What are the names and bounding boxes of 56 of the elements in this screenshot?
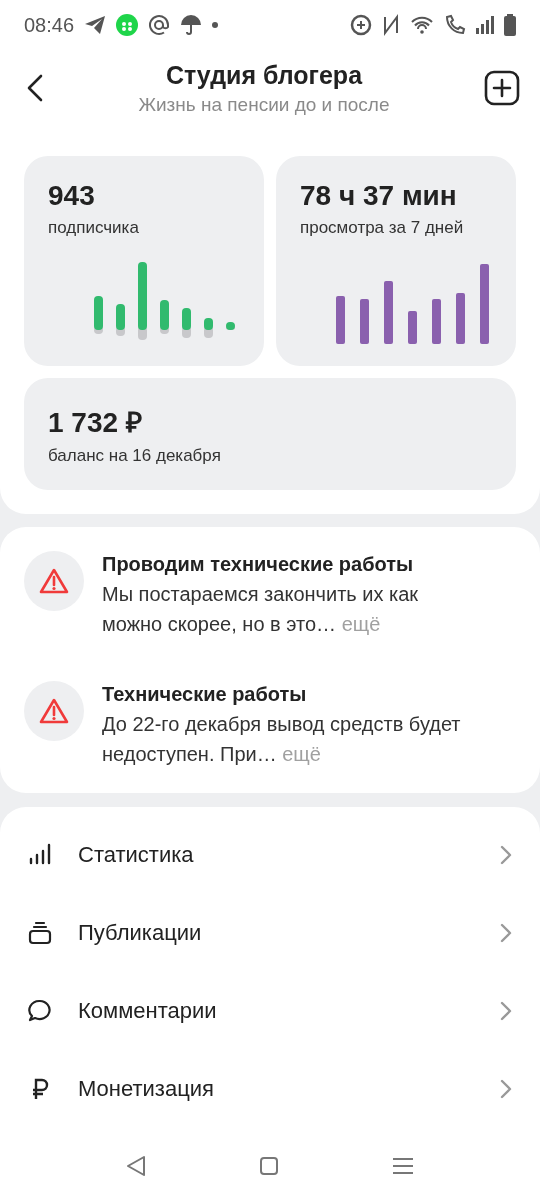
- chart-bar: [384, 281, 393, 344]
- plus-icon: [484, 70, 520, 106]
- stat-label: просмотра за 7 дней: [300, 218, 465, 238]
- data-saver-icon: [350, 14, 372, 36]
- chart-bar: [182, 308, 191, 338]
- wifi-icon: [410, 15, 434, 35]
- menu-icon: [391, 1157, 414, 1175]
- dot-icon: [212, 22, 219, 28]
- square-icon: [259, 1156, 279, 1176]
- chart-bar: [456, 293, 465, 344]
- send-icon: [84, 15, 107, 35]
- notice-text: Мы постараемся закончить их как можно скорее, но в это… ещё: [102, 582, 420, 637]
- notice-text: До 22-го декабря вывод средств будет недоступен. При… ещё: [102, 712, 462, 767]
- chart-bar: [432, 299, 441, 344]
- chart-bar: [408, 311, 417, 344]
- menu-item[interactable]: Публикации: [0, 894, 540, 972]
- menu-item[interactable]: Монетизация: [0, 1050, 540, 1128]
- stat-label: подписчика: [48, 218, 140, 238]
- add-button[interactable]: [484, 70, 520, 106]
- notice-title: Проводим технические работы: [102, 552, 415, 577]
- back-icon: [26, 73, 44, 103]
- signal-icon: [476, 16, 494, 34]
- page-title: Студия блогера: [165, 60, 363, 90]
- page-subtitle: Жизнь на пенсии до и после: [138, 93, 390, 116]
- chart-bar: [336, 296, 345, 344]
- menu-item[interactable]: Статистика: [0, 816, 540, 894]
- stat-card[interactable]: 78 ч 37 мин просмотра за 7 дней: [276, 156, 516, 366]
- menu-label: Статистика: [78, 842, 195, 868]
- umbrella-icon: [180, 14, 203, 36]
- stat-value: 78 ч 37 мин: [300, 180, 458, 212]
- menu-label: Комментарии: [78, 998, 218, 1024]
- menu-item[interactable]: Комментарии: [0, 972, 540, 1050]
- chart-bar: [116, 304, 125, 336]
- wifi-call-icon: [444, 14, 466, 36]
- triangle-back-icon: [126, 1155, 147, 1177]
- battery-icon: [504, 14, 516, 36]
- stat-value: 943: [48, 180, 96, 212]
- stat-card[interactable]: 1 732 ₽ баланс на 16 декабря: [24, 378, 516, 490]
- stat-label: баланс на 16 декабря: [48, 446, 222, 466]
- status-time: 08:46: [24, 13, 75, 37]
- app-icon: [116, 14, 139, 36]
- chart-bar: [204, 318, 213, 338]
- chart-bar: [160, 300, 169, 334]
- chart-bar: [226, 322, 235, 330]
- chart-bar: [360, 299, 369, 344]
- nfc-icon: [382, 14, 400, 36]
- menu-label: Публикации: [78, 920, 203, 946]
- warning-icon: [39, 567, 69, 595]
- warning-icon: [39, 697, 69, 725]
- at-sign-icon: [148, 14, 171, 36]
- back-button[interactable]: [26, 73, 44, 103]
- menu-label: Монетизация: [78, 1076, 215, 1102]
- stat-card[interactable]: 943 подписчика: [24, 156, 264, 366]
- notice-title: Технические работы: [102, 682, 308, 707]
- stat-value: 1 732 ₽: [48, 406, 143, 440]
- chart-bar: [94, 296, 103, 334]
